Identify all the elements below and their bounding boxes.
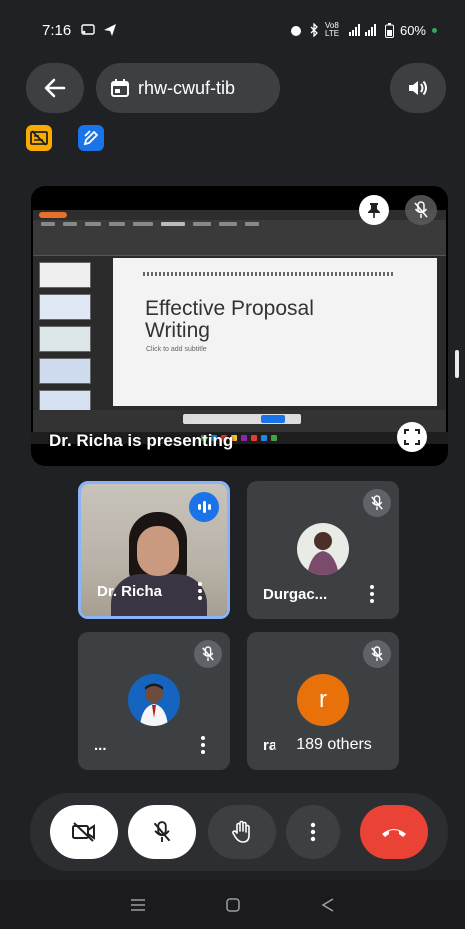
others-count[interactable]: 189 others (277, 728, 391, 762)
battery-icon (384, 22, 394, 38)
scrollbar[interactable] (455, 350, 459, 378)
mic-toggle-button[interactable] (128, 805, 196, 859)
meeting-code-pill[interactable]: rhw-cwuf-tib (96, 63, 280, 113)
fullscreen-icon (404, 429, 420, 445)
pen-icon (83, 130, 99, 146)
calendar-icon (111, 79, 129, 97)
mic-off-icon (363, 640, 391, 668)
avatar-letter: r (319, 686, 327, 713)
more-vert-icon (310, 822, 316, 842)
privacy-indicator-icon (432, 27, 437, 33)
leave-call-button[interactable] (360, 805, 428, 859)
speaking-indicator-icon (189, 492, 219, 522)
mic-off-icon (414, 201, 428, 218)
call-controls (30, 793, 448, 871)
participant-name: ra (263, 737, 278, 754)
whiteboard-badge[interactable] (78, 125, 104, 151)
participant-tile[interactable]: Dr. Richa (78, 481, 230, 619)
slide-thumbnails (39, 262, 93, 430)
recents-icon[interactable] (130, 898, 146, 912)
signal-icon (348, 24, 376, 36)
presenter-label: Dr. Richa is presenting (49, 431, 234, 450)
hang-up-icon (382, 829, 406, 837)
avatar (128, 674, 180, 726)
arrow-left-icon (44, 78, 66, 98)
send-icon (104, 24, 117, 36)
slide: Effective Proposal Writing Click to add … (113, 258, 437, 406)
slide-subtitle: Click to add subtitle (146, 346, 207, 353)
back-button[interactable] (26, 63, 84, 113)
mic-off-icon (194, 640, 222, 668)
participant-more-icon[interactable] (369, 585, 375, 603)
shared-screen: Effective Proposal Writing Click to add … (33, 210, 446, 436)
network-label: Vo8 LTE (324, 21, 340, 38)
alarm-icon (290, 26, 301, 36)
camera-toggle-button[interactable] (50, 805, 118, 859)
back-nav-icon[interactable] (320, 897, 336, 913)
system-nav-bar (0, 880, 465, 929)
participant-tile[interactable]: ... (78, 632, 230, 770)
avatar (297, 523, 349, 575)
status-time: 7:16 (42, 21, 72, 39)
pin-button[interactable] (359, 195, 389, 225)
participant-tile[interactable]: Durgac... (247, 481, 399, 619)
slide-title: Effective Proposal Writing (145, 297, 314, 342)
no-captions-icon (30, 130, 48, 146)
bluetooth-icon (310, 23, 318, 37)
status-bar: 7:16 Vo8 LTE 60% (0, 0, 465, 60)
mic-off-icon (363, 489, 391, 517)
presenter-mic-off (405, 195, 437, 225)
participant-more-icon[interactable] (200, 736, 206, 754)
battery-percent: 60% (399, 22, 426, 38)
meeting-info-badge[interactable] (26, 125, 52, 151)
meeting-code: rhw-cwuf-tib (138, 77, 236, 98)
more-options-button[interactable] (286, 805, 340, 859)
participant-name: ... (94, 737, 107, 754)
mic-off-icon (153, 821, 171, 842)
participant-more-icon[interactable] (197, 582, 203, 600)
cast-icon (81, 24, 95, 35)
speaker-icon (409, 80, 427, 96)
raise-hand-button[interactable] (208, 805, 276, 859)
participant-name: Dr. Richa (97, 583, 163, 600)
presentation-tile[interactable]: Effective Proposal Writing Click to add … (31, 186, 448, 466)
fullscreen-button[interactable] (397, 422, 427, 452)
home-icon[interactable] (225, 897, 241, 913)
camera-off-icon (72, 822, 95, 842)
hand-icon (232, 820, 250, 843)
pin-icon (368, 203, 380, 218)
audio-output-button[interactable] (390, 63, 446, 113)
avatar: r (297, 674, 349, 726)
participant-name: Durgac... (263, 586, 328, 603)
